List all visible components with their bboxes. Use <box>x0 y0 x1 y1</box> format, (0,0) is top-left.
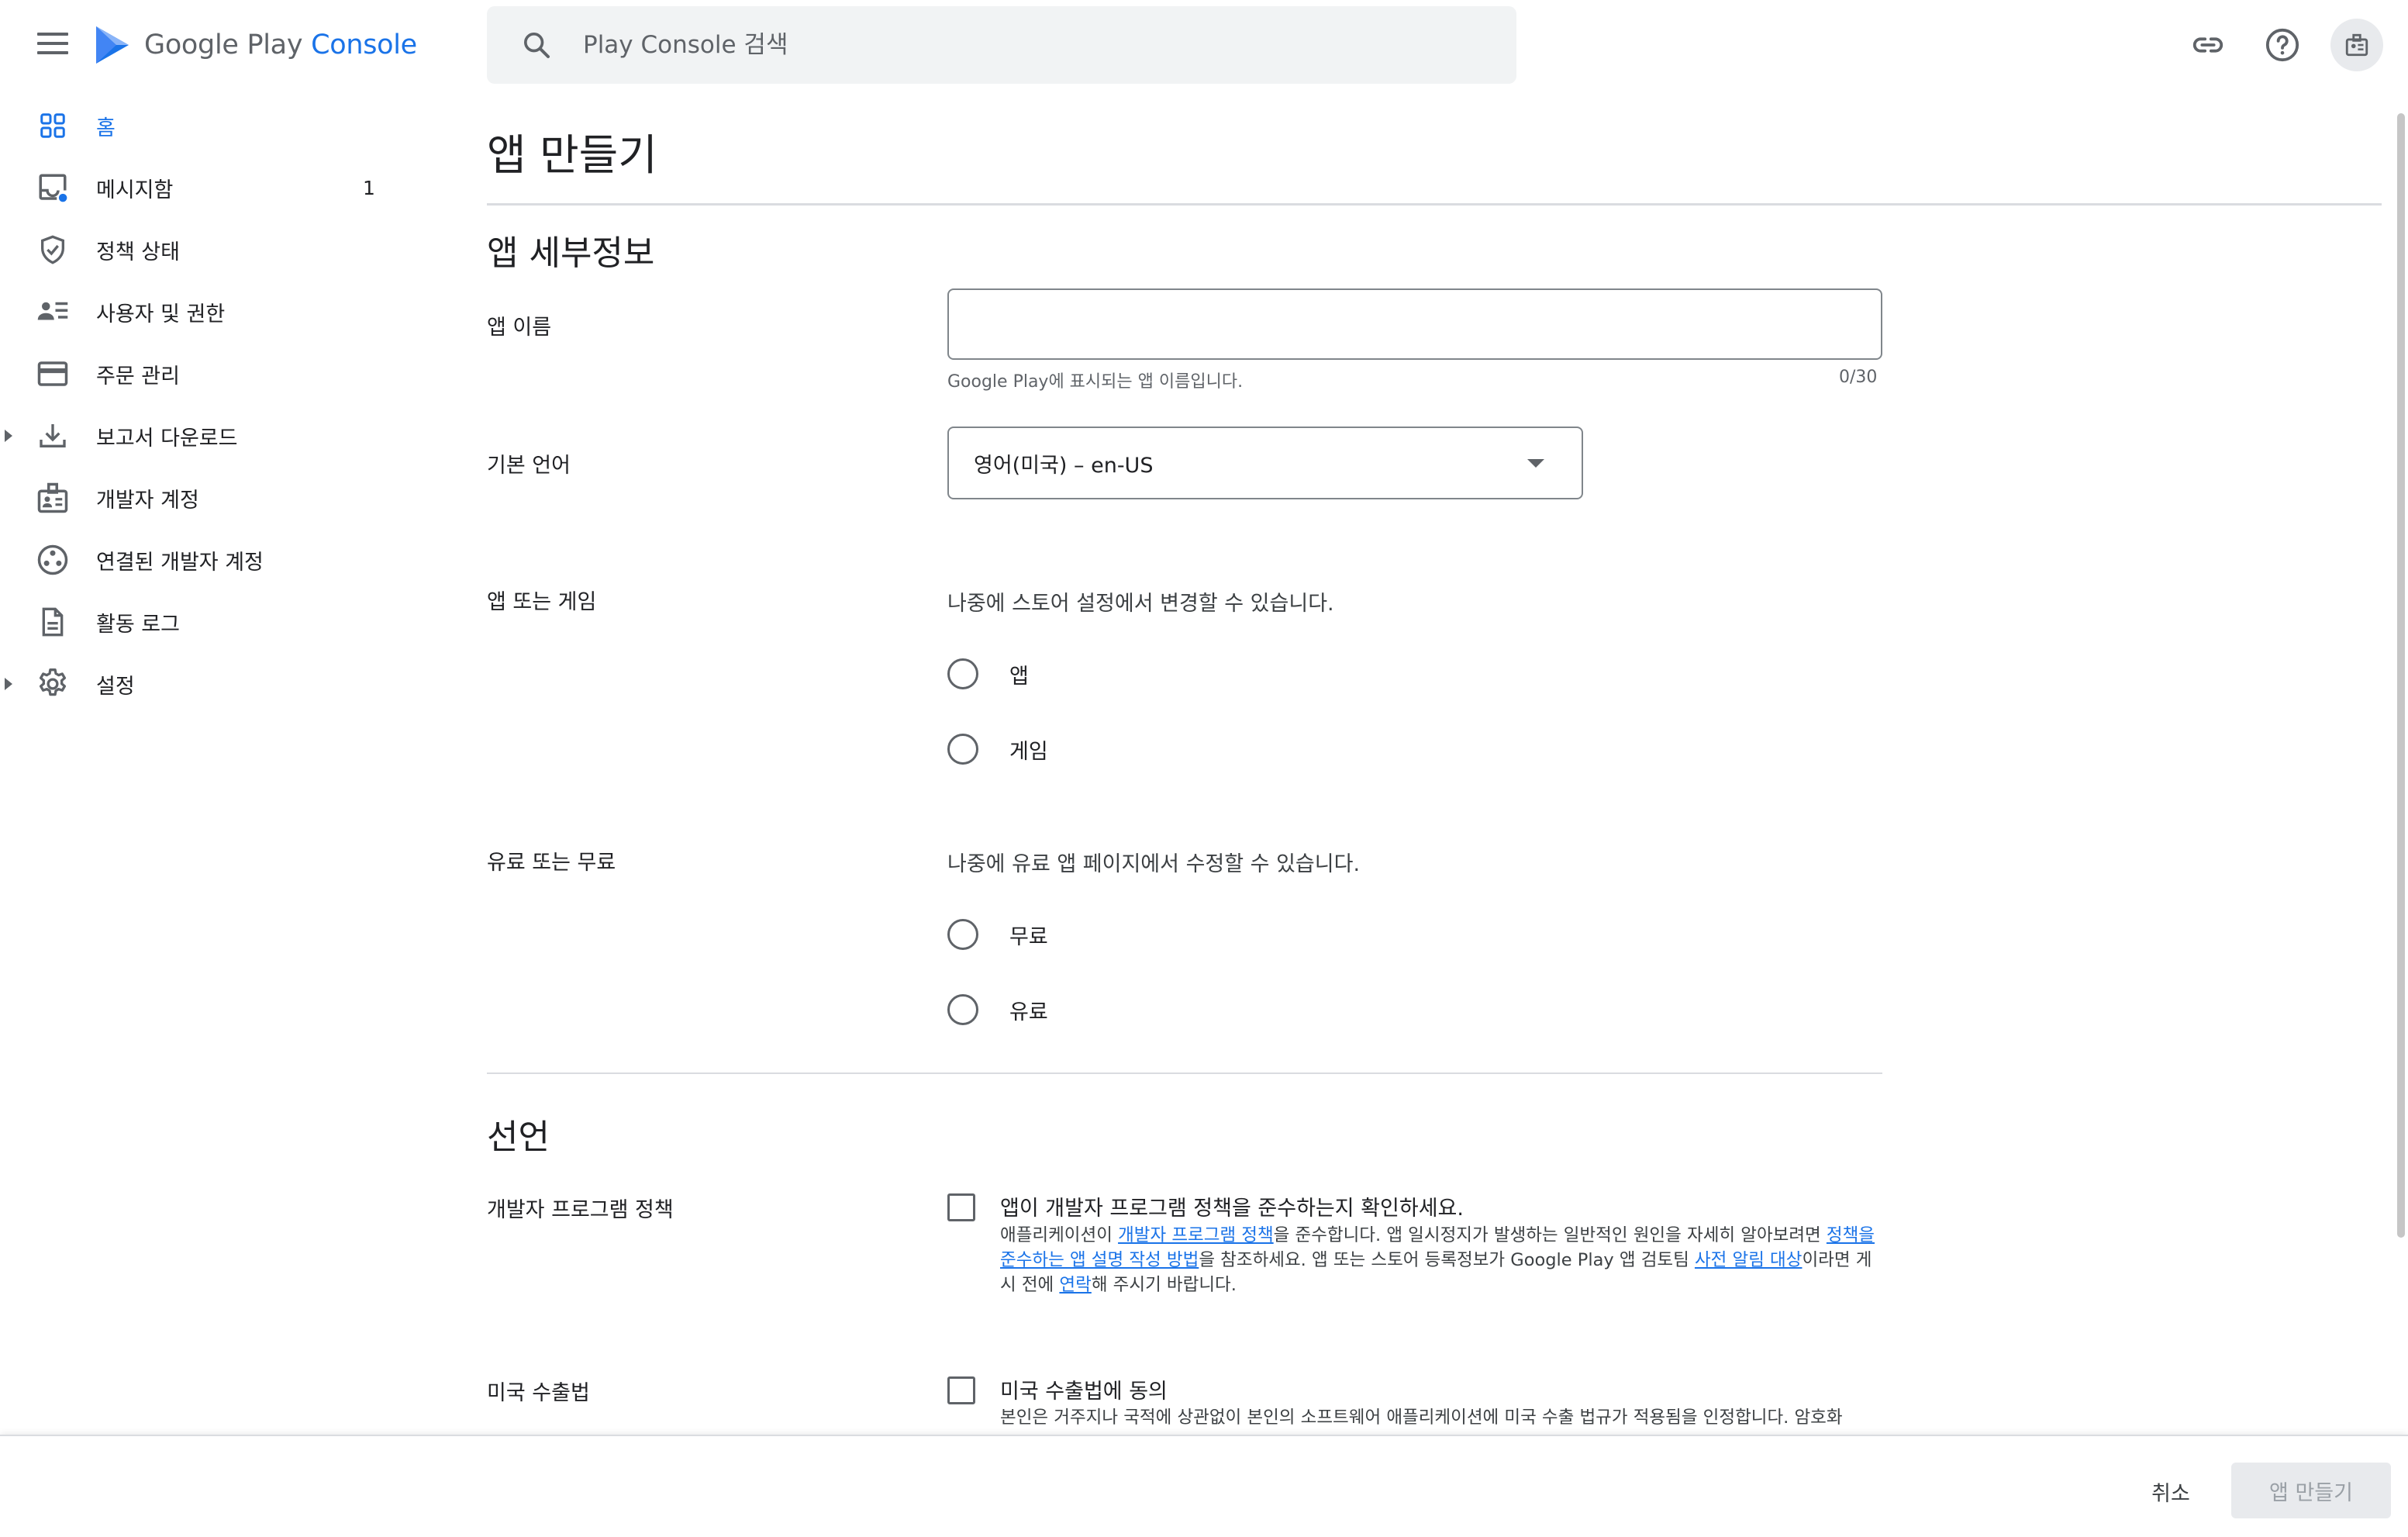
declarations-heading: 선언 <box>487 1117 550 1157</box>
desc-text: 애플리케이션이 <box>1000 1225 1119 1245</box>
radio-button[interactable] <box>947 994 978 1025</box>
menu-icon[interactable] <box>37 33 68 56</box>
radio-label: 앱 <box>1009 664 1029 689</box>
app-name-helper-text: Google Play에 표시되는 앱 이름입니다. <box>947 372 1244 392</box>
default-language-label: 기본 언어 <box>487 454 571 478</box>
credit-card-icon <box>34 355 71 392</box>
us-export-law-description: 본인은 거주지나 국적에 상관없이 본인의 소프트웨어 애플리케이션에 미국 수… <box>1000 1407 1843 1428</box>
sidebar-item-settings[interactable]: 설정 <box>0 653 419 715</box>
sidebar-item-inbox[interactable]: 메시지함 1 <box>0 157 419 219</box>
logo-text: Google Play Console <box>144 29 417 60</box>
contact-link[interactable]: 연락 <box>1059 1275 1091 1295</box>
gear-icon <box>34 665 71 703</box>
linked-accounts-icon <box>34 541 71 579</box>
developer-policy-label: 개발자 프로그램 정책 <box>487 1198 674 1222</box>
app-details-heading: 앱 세부정보 <box>487 233 655 273</box>
badge-icon <box>34 479 71 516</box>
selected-language: 영어(미국) – en-US <box>974 453 1154 478</box>
title-divider <box>487 203 2382 206</box>
us-export-law-check-title: 미국 수출법에 동의 <box>1000 1380 1168 1404</box>
pre-notification-link[interactable]: 사전 알림 대상 <box>1695 1250 1803 1270</box>
sidebar-item-orders[interactable]: 주문 관리 <box>0 343 419 405</box>
sidebar-item-label: 정책 상태 <box>96 240 180 264</box>
app-or-game-hint: 나중에 스토어 설정에서 변경할 수 있습니다. <box>947 592 1334 616</box>
radio-label: 게임 <box>1009 739 1048 764</box>
help-icon[interactable] <box>2259 22 2306 68</box>
radio-button[interactable] <box>947 658 978 689</box>
radio-paid[interactable]: 유료 <box>947 991 1048 1028</box>
radio-app[interactable]: 앱 <box>947 655 1029 693</box>
sidebar-item-label: 활동 로그 <box>96 612 180 637</box>
radio-free[interactable]: 무료 <box>947 916 1048 953</box>
sidebar-item-label: 연결된 개발자 계정 <box>96 550 264 575</box>
radio-game[interactable]: 게임 <box>947 731 1048 768</box>
desc-text: 을 준수합니다. 앱 일시정지가 발생하는 일반적인 원인을 자세히 알아보려면 <box>1273 1225 1827 1245</box>
developer-policy-check-title: 앱이 개발자 프로그램 정책을 준수하는지 확인하세요. <box>1000 1197 1464 1221</box>
scrollbar-thumb[interactable] <box>2397 113 2405 1238</box>
page-title: 앱 만들기 <box>487 130 657 180</box>
sidebar-item-label: 보고서 다운로드 <box>96 426 238 451</box>
sidebar-item-download-reports[interactable]: 보고서 다운로드 <box>0 405 419 467</box>
shield-check-icon <box>34 231 71 268</box>
app-name-label: 앱 이름 <box>487 316 552 340</box>
unread-count-badge: 1 <box>363 176 375 199</box>
document-icon <box>34 603 71 641</box>
sidebar-item-label: 설정 <box>96 674 135 699</box>
sidebar-item-users[interactable]: 사용자 및 권한 <box>0 281 419 343</box>
account-icon[interactable] <box>2330 19 2383 71</box>
search-icon <box>524 33 550 58</box>
search-bar[interactable] <box>487 6 1516 84</box>
sidebar-item-label: 메시지함 <box>96 178 174 202</box>
create-app-button[interactable]: 앱 만들기 <box>2231 1463 2391 1518</box>
desc-text: 해 주시기 바랍니다. <box>1091 1275 1237 1295</box>
sidebar-item-label: 개발자 계정 <box>96 488 199 513</box>
sidebar-item-policy-status[interactable]: 정책 상태 <box>0 219 419 281</box>
developer-program-policy-link[interactable]: 개발자 프로그램 정책 <box>1118 1225 1274 1245</box>
sidebar-item-activity-log[interactable]: 활동 로그 <box>0 591 419 653</box>
radio-button[interactable] <box>947 919 978 950</box>
desc-text: 을 참조하세요. 앱 또는 스토어 등록정보가 Google Play 앱 검토… <box>1199 1250 1695 1270</box>
radio-label: 유료 <box>1009 1000 1048 1024</box>
app-or-game-label: 앱 또는 게임 <box>487 590 597 614</box>
logo-brand: Google Play <box>144 29 303 60</box>
paid-or-free-label: 유료 또는 무료 <box>487 851 616 875</box>
cancel-button[interactable]: 취소 <box>2124 1464 2217 1518</box>
developer-policy-checkbox[interactable] <box>947 1193 975 1221</box>
section-divider <box>487 1072 1882 1074</box>
inbox-icon <box>34 169 71 206</box>
sidebar-item-developer-account[interactable]: 개발자 계정 <box>0 467 419 529</box>
download-icon <box>34 417 71 454</box>
radio-label: 무료 <box>1009 924 1048 949</box>
paid-or-free-hint: 나중에 유료 앱 페이지에서 수정할 수 있습니다. <box>947 852 1361 876</box>
sidebar-item-label: 홈 <box>96 116 116 140</box>
home-grid-icon <box>34 107 71 144</box>
sidebar-item-label: 주문 관리 <box>96 364 180 389</box>
expand-caret-icon[interactable] <box>5 678 12 690</box>
dropdown-arrow-icon <box>1527 459 1544 468</box>
app-name-input[interactable] <box>947 288 1882 360</box>
default-language-select[interactable]: 영어(미국) – en-US <box>947 427 1583 499</box>
users-icon <box>34 293 71 330</box>
app-name-char-counter: 0/30 <box>1839 368 1878 387</box>
expand-caret-icon[interactable] <box>5 430 12 442</box>
sidebar-item-linked-accounts[interactable]: 연결된 개발자 계정 <box>0 529 419 591</box>
play-console-logo[interactable]: Google Play Console <box>93 23 417 67</box>
footer-bar <box>0 1435 2408 1537</box>
link-icon[interactable] <box>2185 22 2231 68</box>
developer-policy-description: 애플리케이션이 개발자 프로그램 정책을 준수합니다. 앱 일시정지가 발생하는… <box>1000 1223 1884 1297</box>
radio-button[interactable] <box>947 734 978 765</box>
logo-product: Console <box>311 29 417 60</box>
us-export-law-label: 미국 수출법 <box>487 1381 590 1405</box>
us-export-law-checkbox[interactable] <box>947 1376 975 1404</box>
search-input[interactable] <box>581 30 1434 60</box>
play-logo-icon <box>96 26 129 64</box>
sidebar-item-home[interactable]: 홈 <box>0 95 419 157</box>
sidebar-item-label: 사용자 및 권한 <box>96 302 226 326</box>
